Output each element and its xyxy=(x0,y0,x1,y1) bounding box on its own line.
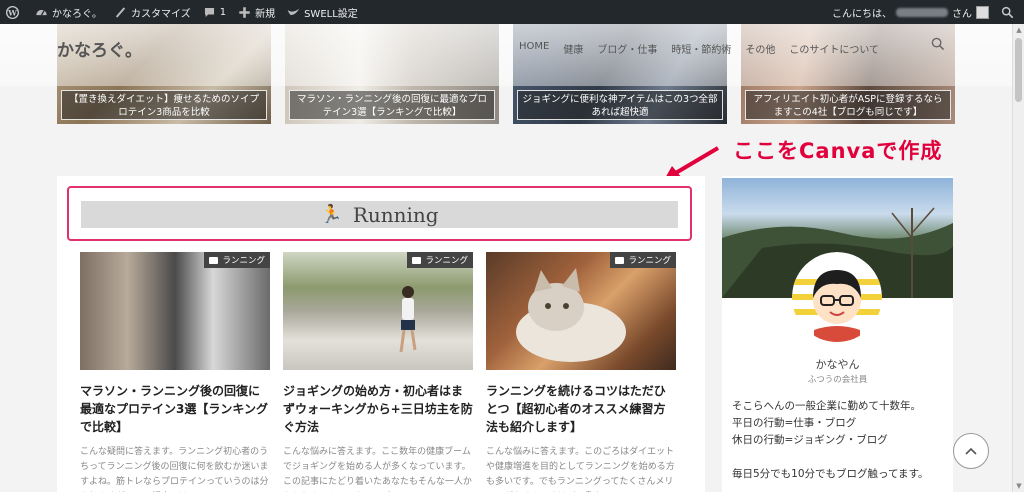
bio-line: 平日の行動=仕事・ブログ xyxy=(732,417,857,429)
admin-avatar xyxy=(976,5,989,19)
main-content-card: 🏃 Running ランニング マラソン・ランニング後の回復に最適なプロテイン3… xyxy=(57,176,705,492)
section-title-bar: 🏃 Running xyxy=(81,201,678,228)
swell-settings-link[interactable]: SWELL設定 xyxy=(281,0,364,24)
nav-item-other[interactable]: その他 xyxy=(745,41,775,56)
post-title[interactable]: ランニングを続けるコツはただひとつ【超初心者のオススメ練習方法も紹介します】 xyxy=(486,382,676,436)
customize-link[interactable]: カスタマイズ xyxy=(108,0,197,24)
folder-icon xyxy=(412,256,422,264)
post-card[interactable]: ランニング ランニングを続けるコツはただひとつ【超初心者のオススメ練習方法も紹介… xyxy=(486,252,676,492)
category-label: ランニング xyxy=(628,256,671,266)
brush-icon xyxy=(115,6,126,18)
comments-count: 1 xyxy=(219,6,227,18)
runner-icon: 🏃 xyxy=(320,204,343,225)
post-title[interactable]: マラソン・ランニング後の回復に最適なプロテイン3選【ランキングで比較】 xyxy=(80,382,270,436)
scroll-down-arrow-icon[interactable]: ▼ xyxy=(1015,482,1023,490)
profile-avatar[interactable] xyxy=(792,252,882,342)
scrollbar-thumb[interactable] xyxy=(1015,38,1022,102)
nav-item-savings[interactable]: 時短・節約術 xyxy=(671,41,731,56)
post-thumbnail[interactable]: ランニング xyxy=(283,252,473,370)
section-title: Running xyxy=(352,202,439,227)
category-badge[interactable]: ランニング xyxy=(204,252,270,268)
folder-icon xyxy=(209,256,219,264)
search-icon[interactable] xyxy=(931,37,945,51)
post-title[interactable]: ジョギングの始め方・初心者はまずウォーキングから+三日坊主を防ぐ方法 xyxy=(283,382,473,436)
honorific-text: さん xyxy=(952,8,972,20)
pickup-caption: 【置き換えダイエット】痩せるためのソイプロテイン3商品を比較 xyxy=(61,90,267,120)
wordpress-icon: W xyxy=(6,5,19,19)
bio-line: 休日の行動=ジョギング・ブログ xyxy=(732,434,888,446)
nav-item-about[interactable]: このサイトについて xyxy=(789,41,879,56)
page-content: 【置き換えダイエット】痩せるためのソイプロテイン3商品を比較 マラソン・ランニン… xyxy=(0,24,1012,492)
post-card[interactable]: ランニング ジョギングの始め方・初心者はまずウォーキングから+三日坊主を防ぐ方法… xyxy=(283,252,473,492)
admin-site-link[interactable]: かなろぐ。 xyxy=(29,0,108,24)
post-card[interactable]: ランニング マラソン・ランニング後の回復に最適なプロテイン3選【ランキングで比較… xyxy=(80,252,270,492)
annotation-text: ここをCanvaで作成 xyxy=(733,139,943,163)
my-account-link[interactable]: こんにちは、 さん xyxy=(826,0,995,24)
swell-label: SWELL設定 xyxy=(304,8,358,20)
category-label: ランニング xyxy=(222,256,265,266)
customize-label: カスタマイズ xyxy=(131,8,191,20)
category-badge[interactable]: ランニング xyxy=(610,252,676,268)
post-thumbnail[interactable]: ランニング xyxy=(486,252,676,370)
global-nav: HOME 健康 ブログ・仕事 時短・節約術 その他 このサイトについて xyxy=(519,41,893,56)
nav-item-home[interactable]: HOME xyxy=(519,41,549,56)
page-scrollbar[interactable]: ▲ ▼ xyxy=(1012,24,1024,492)
new-content-link[interactable]: 新規 xyxy=(232,0,281,24)
back-to-top-button[interactable] xyxy=(953,433,989,469)
category-badge[interactable]: ランニング xyxy=(407,252,473,268)
section-title-highlight: 🏃 Running xyxy=(67,186,692,241)
pickup-caption: アフィリエイト初心者がASPに登録するならますこの4社【ブログも同じです】 xyxy=(745,90,951,120)
nav-item-health[interactable]: 健康 xyxy=(563,41,583,56)
new-label: 新規 xyxy=(255,8,276,20)
post-thumbnail[interactable]: ランニング xyxy=(80,252,270,370)
child-running-image xyxy=(399,286,417,353)
profile-bio-extra: 毎日5分でも10分でもブログ触ってます。 xyxy=(732,468,929,480)
profile-role: ふつうの会社員 xyxy=(807,375,868,385)
chevron-up-icon xyxy=(965,447,977,455)
blurred-username xyxy=(896,7,948,17)
scroll-up-arrow-icon[interactable]: ▲ xyxy=(1015,26,1023,34)
profile-widget: かなやん ふつうの会社員 そこらへんの一般企業に勤めて十数年。 平日の行動=仕事… xyxy=(722,176,953,492)
nav-item-blog-work[interactable]: ブログ・仕事 xyxy=(597,41,657,56)
site-logo[interactable]: かなろぐ。 xyxy=(57,36,142,61)
pickup-caption: ジョギングに便利な神アイテムはこの3つ全部あれば超快適 xyxy=(517,90,723,120)
avatar-illustration xyxy=(792,252,882,342)
profile-name: かなやん xyxy=(815,358,860,371)
post-excerpt: こんな悩みに答えます。ここ数年の健康ブームでジョギングを始める人が多くなっていま… xyxy=(283,447,472,487)
profile-bio: そこらへんの一般企業に勤めて十数年。 平日の行動=仕事・ブログ 休日の行動=ジョ… xyxy=(732,398,921,449)
admin-site-name: かなろぐ。 xyxy=(52,8,102,20)
svg-text:W: W xyxy=(7,8,17,17)
greeting-text: こんにちは、 xyxy=(832,8,892,20)
cat-image xyxy=(516,268,626,362)
bio-line: そこらへんの一般企業に勤めて十数年。 xyxy=(732,400,921,412)
plus-icon xyxy=(239,6,250,18)
search-icon xyxy=(1001,6,1014,18)
post-excerpt: こんな疑問に答えます。ランニング初心者のうちってランニング後の回復に何を飲むか迷… xyxy=(80,447,269,487)
pickup-caption: マラソン・ランニング後の回復に最適なプロテイン3選【ランキングで比較】 xyxy=(289,90,495,120)
comment-icon xyxy=(204,7,214,17)
comments-link[interactable]: 1 xyxy=(197,0,232,24)
wordpress-menu[interactable]: W xyxy=(0,0,29,24)
admin-search[interactable] xyxy=(995,0,1024,24)
category-label: ランニング xyxy=(425,256,468,266)
folder-icon xyxy=(615,256,625,264)
post-excerpt: こんな悩みに答えます。このごろはダイエットや健康増進を目的としてランニングを始め… xyxy=(486,447,675,487)
swallow-icon xyxy=(287,8,300,15)
admin-bar: W かなろぐ。 カスタマイズ 1 新規 SWELL設定 こんにちは、 さん xyxy=(0,0,1024,24)
dashboard-icon xyxy=(36,9,47,15)
